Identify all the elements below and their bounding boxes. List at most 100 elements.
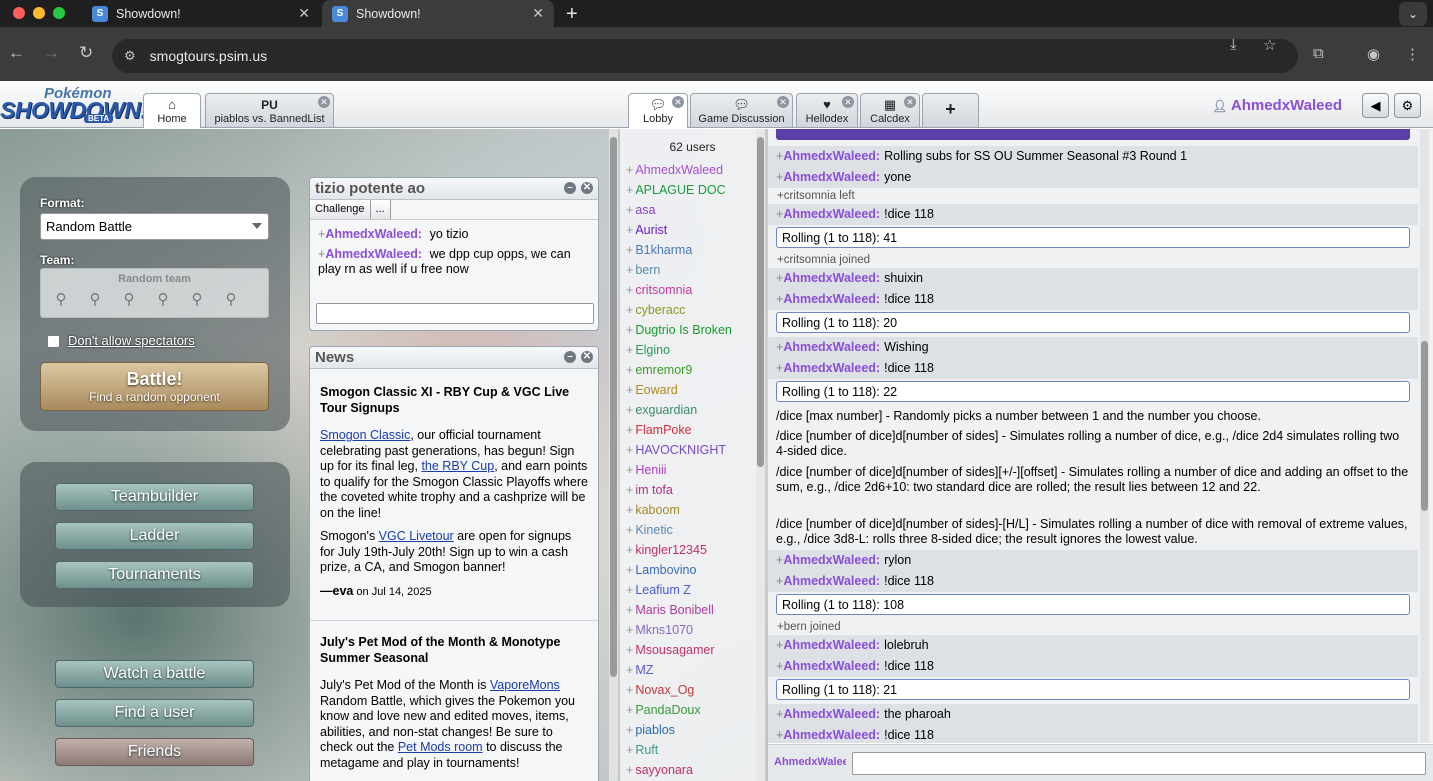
userlist-scrollbar[interactable] [756,129,765,781]
back-icon[interactable]: ← [8,43,25,63]
new-tab-icon[interactable]: + [566,3,578,26]
tournaments-button[interactable]: Tournaments [55,561,254,589]
userlist-item[interactable]: + Elgino [620,340,765,360]
userlist-item[interactable]: + Novax_Og [620,680,765,700]
userlist-item[interactable]: + Leafium Z [620,580,765,600]
message-username[interactable]: AhmedxWaleed: [783,574,880,588]
userlist-item[interactable]: + HAVOCKNIGHT [620,440,765,460]
message-username[interactable]: AhmedxWaleed: [783,553,880,567]
userlist-item[interactable]: + asa [620,200,765,220]
message-username[interactable]: AhmedxWaleed: [783,728,880,742]
pm-input[interactable] [316,303,594,324]
userlist-item[interactable]: + bern [620,260,765,280]
showdown-logo[interactable]: Pokémon SHOWDOWN! BETA [0,83,148,127]
close-window-icon[interactable] [13,7,25,19]
userlist-item[interactable]: + MZ [620,660,765,680]
tab-game-discussion[interactable]: 💬︎ Game Discussion ✕ [690,93,793,127]
userlist-item[interactable]: + Dugtrio Is Broken [620,320,765,340]
forward-icon[interactable]: → [43,43,60,63]
find-user-button[interactable]: Find a user [55,699,254,727]
watch-battle-button[interactable]: Watch a battle [55,660,254,688]
userlist-item[interactable]: + Maris Bonibell [620,600,765,620]
tab-add-room[interactable]: + [922,93,979,127]
userlist-item[interactable]: + kaboom [620,500,765,520]
extensions-icon[interactable]: ⧉ [1313,45,1324,62]
minimize-icon[interactable]: – [564,182,576,194]
close-tab-icon[interactable]: ✕ [672,96,684,108]
close-icon[interactable]: ✕ [581,351,593,363]
vgc-livetour-link[interactable]: VGC Livetour [379,529,454,543]
ladder-button[interactable]: Ladder [55,522,254,550]
chat-scrollbar-thumb[interactable] [1421,341,1428,511]
userlist-item[interactable]: + Ruft [620,740,765,760]
userlist-scrollbar-thumb[interactable] [757,137,764,467]
message-username[interactable]: AhmedxWaleed: [783,638,880,652]
userlist-item[interactable]: + Eoward [620,380,765,400]
message-username[interactable]: AhmedxWaleed: [783,170,880,184]
userlist-item[interactable]: + Mkns1070 [620,620,765,640]
minimize-window-icon[interactable] [33,7,45,19]
challenge-button[interactable]: Challenge [310,200,371,219]
userlist-item[interactable]: + sayyonara [620,760,765,780]
address-bar[interactable]: ⚙ smogtours.psim.us [112,39,1298,73]
message-username[interactable]: AhmedxWaleed: [783,707,880,721]
userlist-item[interactable]: + PandaDoux [620,700,765,720]
pm-window-header[interactable]: tizio potente ao – ✕ [310,178,598,200]
userlist-item[interactable]: + Kinetic [620,520,765,540]
close-tab-icon[interactable]: ✕ [532,5,544,22]
userlist-item[interactable]: + piablos [620,720,765,740]
tab-hellodex[interactable]: ♥ Hellodex ✕ [796,93,858,127]
rby-cup-link[interactable]: the RBY Cup [421,459,494,473]
userlist-item[interactable]: + Aurist [620,220,765,240]
more-options-button[interactable]: ... [370,200,391,219]
smogon-classic-link[interactable]: Smogon Classic [320,428,410,442]
userlist-item[interactable]: + kingler12345 [620,540,765,560]
profile-icon[interactable]: ◉ [1367,45,1380,63]
team-select[interactable]: Random team ⚲ ⚲ ⚲ ⚲ ⚲ ⚲ [40,268,269,318]
maximize-window-icon[interactable] [53,7,65,19]
bookmark-star-icon[interactable]: ☆ [1263,36,1276,54]
userlist-item[interactable]: + FlamPoke [620,420,765,440]
chat-input-username[interactable]: AhmedxWaleed [774,756,846,768]
tab-battle-pu[interactable]: PU piablos vs. BannedList ✕ [205,93,334,127]
news-window-header[interactable]: News – ✕ [310,347,598,369]
sound-icon[interactable]: ◀ [1362,93,1389,118]
userlist-item[interactable]: + Msousagamer [620,640,765,660]
minimize-icon[interactable]: – [564,351,576,363]
userlist-item[interactable]: + exguardian [620,400,765,420]
no-spectators-label[interactable]: Don't allow spectators [68,333,195,348]
close-icon[interactable]: ✕ [581,182,593,194]
message-username[interactable]: AhmedxWaleed: [783,207,880,221]
home-scrollbar[interactable] [609,129,618,781]
gear-icon[interactable]: ⚙ [1394,93,1421,118]
message-username[interactable]: AhmedxWaleed: [783,271,880,285]
message-username[interactable]: AhmedxWaleed: [783,292,880,306]
userlist-item[interactable]: + Lambovino [620,560,765,580]
message-username[interactable]: AhmedxWaleed: [783,659,880,673]
userlist-item[interactable]: + B1kharma [620,240,765,260]
friends-button[interactable]: Friends [55,738,254,766]
message-username[interactable]: AhmedxWaleed: [325,247,422,261]
userlist-item[interactable]: + APLAGUE DOC [620,180,765,200]
browser-tab-1[interactable]: S Showdown! ✕ [82,0,320,27]
browser-menu-icon[interactable]: ⋮ [1405,45,1420,63]
tab-home[interactable]: ⌂ Home [143,93,201,128]
message-username[interactable]: AhmedxWaleed: [783,340,880,354]
tab-search-icon[interactable]: ⌄ [1399,2,1427,26]
site-info-icon[interactable]: ⚙ [124,48,136,64]
battle-button[interactable]: Battle! Find a random opponent [40,362,269,411]
vaporemons-link[interactable]: VaporeMons [490,678,560,692]
reload-icon[interactable]: ↻ [79,43,93,63]
chat-scrollbar[interactable] [1420,129,1429,743]
close-tab-icon[interactable]: ✕ [298,5,310,22]
tab-lobby[interactable]: 💬︎ Lobby ✕ [628,93,688,128]
close-tab-icon[interactable]: ✕ [904,96,916,108]
pet-mods-room-link[interactable]: Pet Mods room [398,740,483,754]
userlist-item[interactable]: + cyberacc [620,300,765,320]
userlist-item[interactable]: + Heniii [620,460,765,480]
chat-input[interactable] [852,752,1426,775]
format-select[interactable]: Random Battle [40,213,269,240]
userlist-item[interactable]: + emremor9 [620,360,765,380]
close-tab-icon[interactable]: ✕ [318,96,330,108]
userlist-item[interactable]: + critsomnia [620,280,765,300]
